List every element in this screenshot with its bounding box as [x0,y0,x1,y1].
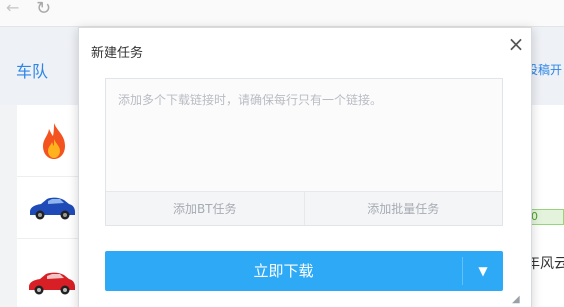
list-item[interactable] [17,105,87,177]
add-bt-task-button[interactable]: 添加BT任务 [106,192,304,225]
reload-icon[interactable]: ↻ [36,0,51,19]
link-input-box: 添加BT任务 添加批量任务 [105,78,503,226]
blue-car-icon [30,197,75,220]
red-car-icon [29,272,75,295]
team-tab[interactable]: 车队 [16,58,48,82]
download-now-button[interactable]: 立即下载 [105,251,462,291]
fire-icon [43,123,65,159]
close-icon[interactable]: × [505,34,527,56]
list-item[interactable] [17,177,87,239]
team-list [17,105,87,307]
resize-grip-icon[interactable]: ◢ [512,294,520,305]
dialog-title: 新建任务 [91,46,144,61]
browser-toolbar: ← ↻ [0,0,564,27]
list-item[interactable] [17,239,87,307]
add-batch-task-button[interactable]: 添加批量任务 [303,192,503,225]
back-arrow-icon[interactable]: ← [6,0,19,17]
task-type-buttons: 添加BT任务 添加批量任务 [106,191,502,225]
chevron-down-icon[interactable]: ▼ [463,251,503,291]
new-task-dialog: 新建任务 × 添加BT任务 添加批量任务 立即下载 ▼ [78,27,532,307]
link-input[interactable] [106,79,502,191]
download-button-group: 立即下载 ▼ [105,251,503,291]
